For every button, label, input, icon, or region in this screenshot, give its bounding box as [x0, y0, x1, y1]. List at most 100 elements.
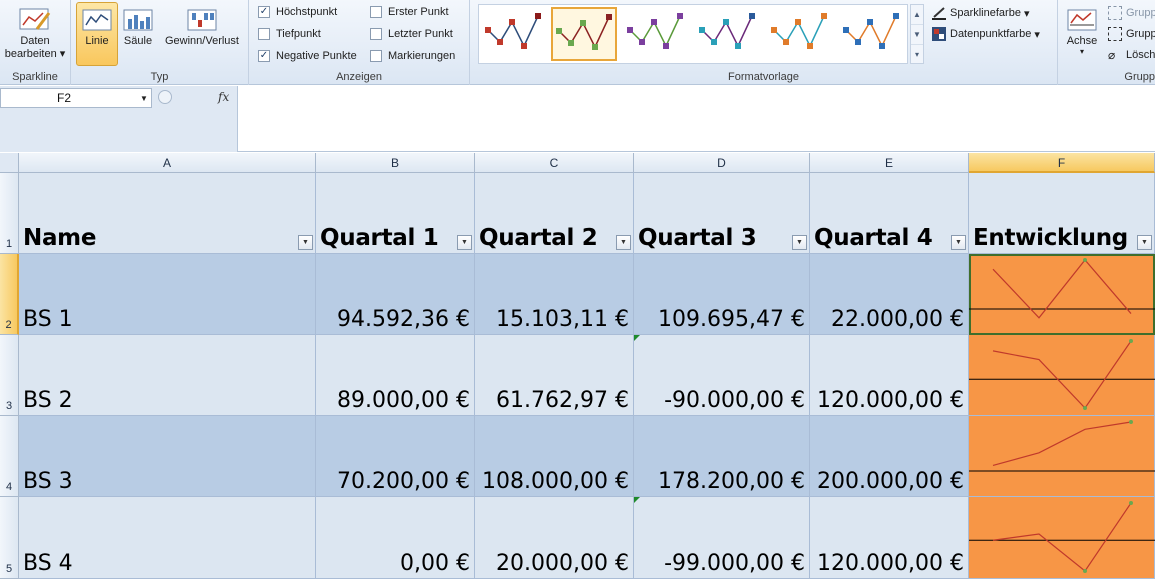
filter-dropdown-icon[interactable]: ▼ [298, 235, 313, 250]
table-cell-value[interactable]: 15.103,11 € [475, 254, 634, 335]
style-thumb-1[interactable] [481, 7, 547, 61]
column-header-d[interactable]: D [634, 153, 810, 173]
table-cell-name[interactable]: BS 3 [19, 416, 316, 497]
filter-dropdown-icon[interactable]: ▼ [1137, 235, 1152, 250]
daten-label-2: bearbeiten ▾ [4, 48, 66, 60]
row-header-1[interactable]: 1 [0, 173, 19, 254]
style-marker [497, 39, 503, 45]
table-cell-value[interactable]: 61.762,97 € [475, 335, 634, 416]
formula-input[interactable] [240, 86, 1155, 152]
sparkline-cell[interactable] [969, 335, 1155, 416]
gallery-scroll[interactable]: ▲ ▼ ▾ [910, 4, 924, 64]
column-header-b[interactable]: B [316, 153, 475, 173]
group-label-formatvorlage: Formatvorlage [728, 71, 799, 83]
style-thumb-3[interactable] [623, 7, 689, 61]
table-cell-value[interactable]: 20.000,00 € [475, 497, 634, 579]
column-header-f[interactable]: F [969, 153, 1155, 173]
header-text: Quartal 4 [814, 225, 933, 251]
checkbox-letzter-punkt[interactable]: Letzter Punkt [370, 26, 453, 42]
sparkline-cell[interactable] [969, 254, 1155, 335]
table-cell-value[interactable]: 108.000,00 € [475, 416, 634, 497]
checkbox-hoechstpunkt[interactable]: ✓ Höchstpunkt [258, 4, 337, 20]
header-cell-c[interactable]: Quartal 2 ▼ [475, 173, 634, 254]
filter-dropdown-icon[interactable]: ▼ [457, 235, 472, 250]
sparkline-cell[interactable] [969, 497, 1155, 579]
table-cell-value[interactable]: 120.000,00 € [810, 335, 969, 416]
checkbox-markierungen[interactable]: Markierungen [370, 48, 455, 64]
table-cell-value[interactable]: 70.200,00 € [316, 416, 475, 497]
gewinn-verlust-button[interactable]: Gewinn/Verlust [159, 2, 245, 66]
table-cell-value[interactable]: 0,00 € [316, 497, 475, 579]
table-cell-value[interactable]: 200.000,00 € [810, 416, 969, 497]
checkbox-label: Höchstpunkt [276, 6, 338, 18]
style-marker [535, 13, 541, 19]
style-marker [606, 14, 612, 20]
header-cell-e[interactable]: Quartal 4 ▼ [810, 173, 969, 254]
checkbox-negative-punkte[interactable]: ✓ Negative Punkte [258, 48, 357, 64]
row-number: 4 [5, 481, 13, 493]
header-cell-d[interactable]: Quartal 3 ▼ [634, 173, 810, 254]
cell-text: 120.000,00 € [817, 551, 964, 576]
ribbon-group-typ: Linie Säule Gewinn/Verlust Typ [71, 0, 249, 85]
column-header-c[interactable]: C [475, 153, 634, 173]
sparkline-cell[interactable] [969, 416, 1155, 497]
table-cell-value[interactable]: 120.000,00 € [810, 497, 969, 579]
table-cell-name[interactable]: BS 1 [19, 254, 316, 335]
ribbon-group-sparkline: Daten bearbeiten ▾ Sparkline [0, 0, 71, 85]
table-cell-value[interactable]: 178.200,00 € [634, 416, 810, 497]
cell-text: BS 4 [23, 551, 73, 576]
row-header-3[interactable]: 3 [0, 335, 19, 416]
pen-color-icon [932, 7, 946, 20]
gruppieren-button[interactable]: Grupp [1108, 4, 1155, 22]
name-box-dropdown-icon[interactable]: ▼ [140, 94, 148, 103]
header-cell-a[interactable]: Name ▼ [19, 173, 316, 254]
style-gallery [478, 4, 908, 64]
achse-label: Achse [1066, 35, 1098, 47]
name-box[interactable]: F2 [0, 88, 152, 108]
gallery-up-icon[interactable]: ▲ [911, 5, 923, 25]
linie-button[interactable]: Linie [76, 2, 118, 66]
style-thumb-5[interactable] [767, 7, 833, 61]
table-cell-name[interactable]: BS 4 [19, 497, 316, 579]
table-cell-value[interactable]: 89.000,00 € [316, 335, 475, 416]
datenpunktfarbe-label: Datenpunktfarbe [950, 28, 1032, 40]
select-all-corner[interactable] [0, 153, 19, 173]
insert-function-icon[interactable]: fx [218, 90, 229, 104]
saeule-button[interactable]: Säule [120, 2, 156, 66]
style-thumb-6[interactable] [839, 7, 905, 61]
table-cell-value[interactable]: 109.695,47 € [634, 254, 810, 335]
header-cell-b[interactable]: Quartal 1 ▼ [316, 173, 475, 254]
table-cell-name[interactable]: BS 2 [19, 335, 316, 416]
checkbox-erster-punkt[interactable]: Erster Punkt [370, 4, 449, 20]
header-cell-f[interactable]: Entwicklung ▼ [969, 173, 1155, 254]
gruppierung-aufheben-button[interactable]: Grupp [1108, 25, 1155, 43]
cell-text: 178.200,00 € [658, 469, 805, 494]
cell-text: -99.000,00 € [664, 551, 805, 576]
table-cell-value[interactable]: 94.592,36 € [316, 254, 475, 335]
header-text: Quartal 1 [320, 225, 439, 251]
loeschen-button[interactable]: ⌀ Lösch [1108, 46, 1155, 64]
style-thumb-4[interactable] [695, 7, 761, 61]
formula-expand-icon[interactable] [158, 90, 172, 104]
gallery-down-icon[interactable]: ▼ [911, 25, 923, 45]
daten-bearbeiten-button[interactable]: Daten bearbeiten ▾ [2, 2, 68, 66]
filter-dropdown-icon[interactable]: ▼ [792, 235, 807, 250]
row-header-4[interactable]: 4 [0, 416, 19, 497]
style-thumb-2[interactable] [551, 7, 617, 61]
filter-dropdown-icon[interactable]: ▼ [616, 235, 631, 250]
filter-dropdown-icon[interactable]: ▼ [951, 235, 966, 250]
column-header-e[interactable]: E [810, 153, 969, 173]
table-cell-value[interactable]: 22.000,00 € [810, 254, 969, 335]
table-cell-value[interactable]: -90.000,00 € [634, 335, 810, 416]
achse-dropdown-icon: ▾ [1079, 47, 1084, 56]
win-loss-icon [187, 9, 217, 31]
sparklinefarbe-button[interactable]: Sparklinefarbe ▾ [932, 4, 1030, 22]
datenpunktfarbe-button[interactable]: Datenpunktfarbe ▾ [932, 25, 1040, 43]
table-cell-value[interactable]: -99.000,00 € [634, 497, 810, 579]
gallery-more-icon[interactable]: ▾ [911, 45, 923, 65]
achse-button[interactable]: Achse ▾ [1064, 2, 1100, 66]
checkbox-tiefpunkt[interactable]: Tiefpunkt [258, 26, 321, 42]
column-header-a[interactable]: A [19, 153, 316, 173]
row-header-2[interactable]: 2 [0, 254, 19, 335]
row-header-5[interactable]: 5 [0, 497, 19, 579]
